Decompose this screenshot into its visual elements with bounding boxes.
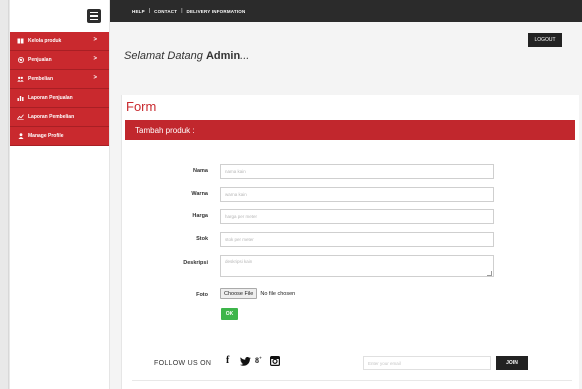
welcome-suffix: ...: [240, 50, 250, 62]
contact-link[interactable]: CONTACT: [154, 9, 177, 14]
footer: FOLLOW US ON f 8+ JOIN: [132, 348, 572, 378]
bar-chart-icon: [17, 95, 24, 101]
sidebar-item-kelola-produk[interactable]: Kelola produk >: [10, 32, 109, 51]
field-label: Nama: [193, 168, 208, 174]
separator: |: [181, 8, 183, 14]
user-icon: [17, 133, 24, 139]
sidebar-item-label: Penjualan: [28, 57, 52, 63]
stok-input[interactable]: [220, 232, 494, 247]
form-row-warna: Warna: [122, 186, 580, 204]
form-row-stok: Stok: [122, 231, 580, 249]
separator: |: [148, 8, 151, 14]
sidebar-item-label: Pembelian: [28, 76, 54, 82]
chevron-right-icon: >: [93, 75, 97, 81]
join-button[interactable]: JOIN: [496, 356, 528, 370]
line-chart-icon: [17, 114, 24, 120]
twitter-icon[interactable]: [240, 357, 251, 369]
globe-icon: [17, 57, 24, 63]
file-status: No file chosen: [260, 290, 296, 297]
welcome-prefix: Selamat Datang: [124, 50, 206, 62]
form-title: Form: [126, 99, 157, 114]
field-label: Stok: [196, 236, 208, 242]
facebook-icon[interactable]: f: [226, 355, 229, 366]
file-input: Choose File No file chosen: [220, 288, 295, 299]
welcome-user: Admin: [205, 50, 241, 62]
sidebar-item-label: Manage Profile: [28, 133, 64, 139]
logout-button[interactable]: LOGOUT: [528, 33, 562, 47]
field-label: Warna: [191, 191, 208, 197]
chevron-right-icon: >: [93, 37, 97, 43]
form-row-harga: Harga: [122, 208, 580, 226]
form-row-foto: Foto Choose File No file chosen: [122, 287, 580, 305]
sidebar-item-laporan-pembelian[interactable]: Laporan Pembelian: [10, 108, 109, 127]
book-icon: [17, 38, 24, 44]
email-input[interactable]: [363, 356, 491, 370]
field-label: Deskripsi: [183, 260, 208, 266]
chevron-right-icon: >: [93, 56, 97, 62]
harga-input[interactable]: [220, 209, 494, 224]
users-icon: [17, 76, 24, 82]
google-plus-icon[interactable]: 8+: [255, 356, 262, 365]
sidebar: Kelola produk > Penjualan > Pembelian > …: [10, 0, 110, 389]
menu-toggle-icon[interactable]: [87, 9, 101, 23]
form-row-nama: Nama: [122, 163, 580, 181]
sidebar-header: [10, 0, 109, 32]
field-label: Foto: [196, 292, 208, 298]
sidebar-item-pembelian[interactable]: Pembelian >: [10, 70, 109, 89]
sidebar-item-label: Kelola produk: [28, 38, 62, 44]
instagram-icon[interactable]: [270, 356, 281, 369]
delivery-information-link[interactable]: DELIVERY INFORMATION: [187, 9, 246, 14]
form-row-deskripsi: Deskripsi: [122, 255, 580, 279]
nama-input[interactable]: [220, 164, 494, 179]
sidebar-item-manage-profile[interactable]: Manage Profile: [10, 127, 109, 146]
sidebar-item-laporan-penjualan[interactable]: Laporan Penjualan: [10, 89, 109, 108]
resize-handle-icon[interactable]: [487, 271, 492, 276]
choose-file-button[interactable]: Choose File: [220, 288, 258, 299]
deskripsi-textarea[interactable]: [220, 255, 494, 277]
welcome-message: Selamat Datang Admin...: [124, 50, 249, 62]
follow-us-label: FOLLOW US ON: [154, 360, 212, 367]
form-section-header: Tambah produk :: [125, 120, 575, 140]
ok-button[interactable]: OK: [221, 308, 238, 320]
divider: [132, 380, 572, 381]
field-label: Harga: [192, 213, 208, 219]
left-edge: [0, 0, 10, 389]
sidebar-item-penjualan[interactable]: Penjualan >: [10, 51, 109, 70]
sidebar-item-label: Laporan Pembelian: [28, 114, 75, 120]
main-content: LOGOUT Selamat Datang Admin... Form Tamb…: [110, 22, 582, 389]
form-panel: Form Tambah produk : Nama Warna Harga St…: [121, 95, 579, 389]
help-link[interactable]: HELP: [132, 9, 145, 14]
warna-input[interactable]: [220, 187, 494, 202]
top-nav-bar: HELP | CONTACT | DELIVERY INFORMATION: [110, 0, 582, 22]
sidebar-item-label: Laporan Penjualan: [28, 95, 73, 101]
